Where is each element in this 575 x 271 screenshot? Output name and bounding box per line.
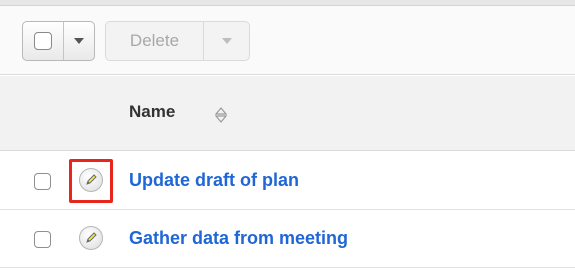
pencil-icon[interactable] — [79, 168, 103, 192]
chevron-down-icon — [221, 38, 232, 44]
actions-dropdown-button[interactable] — [204, 22, 249, 60]
chevron-down-icon — [74, 38, 84, 44]
select-all-dropdown-button[interactable] — [64, 22, 94, 60]
row-checkbox[interactable] — [34, 173, 51, 190]
pencil-icon[interactable] — [79, 226, 103, 250]
row-checkbox[interactable] — [34, 231, 51, 248]
delete-button[interactable]: Delete — [106, 22, 204, 60]
select-all-button-group[interactable] — [22, 21, 95, 61]
sort-icon[interactable] — [215, 107, 227, 123]
record-name-link[interactable]: Gather data from meeting — [129, 228, 348, 249]
table-row: Update draft of plan — [0, 152, 575, 210]
checkbox-icon — [34, 32, 52, 50]
list-toolbar: Delete — [0, 6, 575, 75]
table-header: Name — [0, 76, 575, 151]
record-name-link[interactable]: Update draft of plan — [129, 170, 299, 191]
column-header-name[interactable]: Name — [129, 102, 175, 122]
delete-button-group[interactable]: Delete — [105, 21, 250, 61]
table-row: Gather data from meeting — [0, 210, 575, 268]
select-all-checkbox[interactable] — [23, 22, 64, 60]
